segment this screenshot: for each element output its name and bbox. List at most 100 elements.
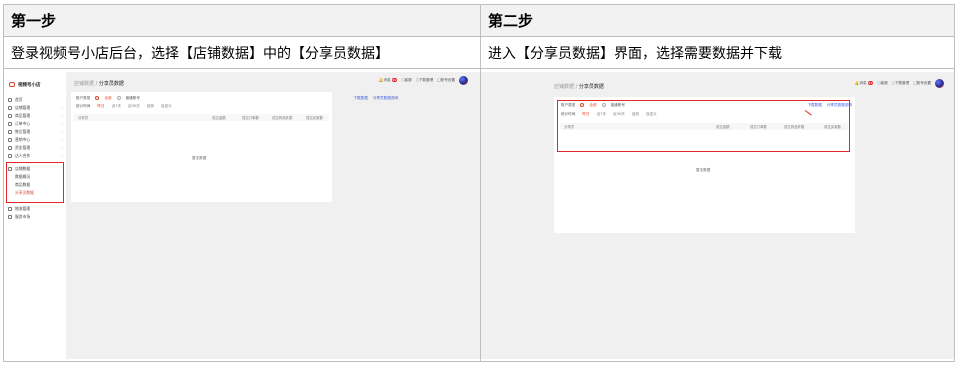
- nav-label: 首页: [15, 96, 23, 102]
- service-button[interactable]: ○客服: [877, 81, 887, 86]
- logo-text: 视频号小店: [18, 82, 41, 88]
- sidebar-item-aftersale[interactable]: 售后管理 ⌄: [8, 129, 64, 135]
- sidebar-item-funds[interactable]: 资金管理 ⌄: [8, 145, 64, 151]
- sidebar-item-marketing[interactable]: 营销中心 ⌄: [8, 137, 64, 143]
- step-header-cell: 第二步: [480, 4, 955, 37]
- tab-custom[interactable]: 自定义: [646, 112, 657, 117]
- wallet-icon: [8, 145, 12, 150]
- radio-unselected-icon[interactable]: [601, 103, 606, 107]
- sidebar-item-products[interactable]: 商品管理 ⌄: [8, 113, 64, 119]
- breadcrumb-parent[interactable]: 店铺数据: [554, 84, 574, 90]
- step-description-cell: 登录视频号小店后台，选择【店铺数据】中的【分享员数据】: [3, 36, 481, 69]
- account-type-filter: 账户类型 全部 普通账号: [561, 103, 625, 108]
- chevron-down-icon: ⌄: [61, 129, 64, 134]
- chevron-down-icon: ⌄: [61, 121, 64, 126]
- tab-yesterday[interactable]: 昨日: [97, 104, 104, 109]
- step-description: 登录视频号小店后台，选择【店铺数据】中的【分享员数据】: [11, 45, 389, 62]
- step-description: 进入【分享员数据】界面，选择需要数据并下载: [488, 45, 782, 62]
- talent-icon: [8, 153, 12, 158]
- tab-30days[interactable]: 近30天: [613, 112, 625, 117]
- filter-label: 账户类型: [561, 102, 576, 107]
- column-header[interactable]: 成交买家数: [306, 115, 323, 120]
- column-header[interactable]: 成交买家数: [824, 124, 841, 129]
- order-icon: [8, 121, 12, 126]
- notification-button[interactable]: 🔔消息 99: [379, 77, 398, 83]
- data-explanation-link[interactable]: 分享员数据说明: [827, 103, 852, 108]
- instruction-table: 第一步 第二步 登录视频号小店后台，选择【店铺数据】中的【分享员数据】 进入【分…: [3, 4, 955, 362]
- sidebar-subitem-overview[interactable]: 数据概况: [15, 174, 30, 180]
- screenshot-cell: 视频号小店 首页 店铺管理 ⌄ 商品管理 ⌄ 订单中心 ⌄ 售后管理 ⌄ 营销中心 ⌄ 资…: [3, 68, 481, 362]
- sidebar-subitem-product-data[interactable]: 商品数据: [15, 182, 30, 188]
- shop-logo: 视频号小店: [9, 81, 41, 89]
- column-header[interactable]: 成交金额: [212, 115, 226, 120]
- sidebar-item-logistics[interactable]: 物流管理: [8, 206, 64, 212]
- chevron-up-icon: ⌃: [61, 166, 64, 171]
- data-explanation-link[interactable]: 分享员数据说明: [373, 96, 398, 101]
- nav-label: 资金管理: [15, 144, 31, 150]
- date-tabs: 统计时间 昨日 近7天 近30天 自然 自定义: [561, 111, 657, 117]
- step-title: 第一步: [11, 12, 57, 30]
- tab-natural[interactable]: 自然: [147, 104, 154, 109]
- sidebar-item-orders[interactable]: 订单中心 ⌄: [8, 121, 64, 127]
- column-header[interactable]: 成交订单数: [242, 115, 259, 120]
- sidebar: 视频号小店 首页 店铺管理 ⌄ 商品管理 ⌄ 订单中心 ⌄ 售后管理 ⌄ 营销中心 ⌄ 资…: [4, 71, 66, 359]
- column-header[interactable]: 成交商品件数: [272, 115, 292, 120]
- grid-icon: [8, 214, 12, 219]
- filter-option-all[interactable]: 全部: [589, 103, 596, 108]
- download-manager-button[interactable]: ○下载管理: [416, 78, 434, 83]
- tab-7days[interactable]: 近7天: [112, 104, 121, 109]
- breadcrumb-parent[interactable]: 店铺数据: [74, 81, 94, 87]
- nav-label: 店铺管理: [15, 104, 31, 110]
- sidebar-item-store[interactable]: 店铺管理 ⌄: [8, 105, 64, 111]
- notification-button[interactable]: 🔔消息 99: [855, 80, 874, 86]
- tab-7days[interactable]: 近7天: [597, 112, 606, 117]
- column-header[interactable]: 成交订单数: [750, 124, 767, 129]
- screenshot-cell: 店铺数据 / 分享员数据 🔔消息 99 ○客服 ○下载管理 □账号设置 账户类型 …: [480, 68, 955, 362]
- marketing-icon: [8, 137, 12, 142]
- download-data-link[interactable]: 下载数据: [807, 103, 821, 108]
- sidebar-item-store-data[interactable]: 店铺数据 ⌃: [8, 166, 64, 172]
- sidebar-item-service-market[interactable]: 服务市场: [8, 214, 64, 220]
- breadcrumb-current: 分享员数据: [98, 80, 124, 87]
- empty-state: 暂无数据: [192, 155, 207, 160]
- radio-selected-icon[interactable]: [95, 96, 100, 100]
- breadcrumb: 店铺数据 / 分享员数据: [554, 83, 604, 90]
- chevron-down-icon: ⌄: [61, 145, 64, 150]
- tab-30days[interactable]: 近30天: [128, 104, 140, 109]
- download-data-link[interactable]: 下载数据: [353, 96, 367, 101]
- download-manager-button[interactable]: ○下载管理: [892, 81, 910, 86]
- radio-selected-icon[interactable]: [580, 103, 585, 107]
- breadcrumb-current: 分享员数据: [578, 83, 604, 90]
- account-button[interactable]: □账号设置: [437, 78, 455, 83]
- filter-option-all[interactable]: 全部: [104, 96, 111, 101]
- nav-label: 服务市场: [15, 213, 31, 219]
- top-bar: 🔔消息 99 ○客服 ○下载管理 □账号设置: [855, 78, 944, 88]
- chevron-down-icon: ⌄: [61, 153, 64, 158]
- date-tabs: 统计时间 昨日 近7天 近30天 自然 自定义: [76, 103, 172, 109]
- home-icon: [8, 97, 12, 102]
- filter-option-normal[interactable]: 普通账号: [611, 103, 625, 108]
- table-header: 分享员 成交金额 成交订单数 成交商品件数 成交买家数: [74, 113, 329, 121]
- radio-unselected-icon[interactable]: [116, 96, 121, 100]
- notification-badge: 99: [867, 80, 874, 85]
- empty-state: 暂无数据: [696, 167, 711, 172]
- account-type-filter: 账户类型 全部 普通账号: [76, 96, 140, 101]
- tab-custom[interactable]: 自定义: [161, 104, 172, 109]
- account-button[interactable]: □账号设置: [913, 81, 931, 86]
- header-links: 下载数据 分享员数据说明: [807, 103, 852, 108]
- sidebar-subitem-sharer-data[interactable]: 分享员数据: [15, 190, 34, 196]
- filter-option-normal[interactable]: 普通账号: [126, 96, 140, 101]
- service-button[interactable]: ○客服: [401, 78, 411, 83]
- tab-natural[interactable]: 自然: [632, 112, 639, 117]
- column-header[interactable]: 成交金额: [716, 124, 730, 129]
- chevron-down-icon: ⌄: [61, 113, 64, 118]
- tab-yesterday[interactable]: 昨日: [582, 112, 589, 117]
- sidebar-item-home[interactable]: 首页: [8, 97, 64, 103]
- column-header: 分享员: [78, 115, 89, 120]
- column-header[interactable]: 成交商品件数: [784, 124, 804, 129]
- truck-icon: [8, 206, 12, 211]
- avatar[interactable]: [935, 78, 944, 88]
- sidebar-item-talent[interactable]: 达人合作 ⌄: [8, 153, 64, 159]
- avatar[interactable]: [459, 75, 468, 85]
- store-icon: [8, 105, 12, 110]
